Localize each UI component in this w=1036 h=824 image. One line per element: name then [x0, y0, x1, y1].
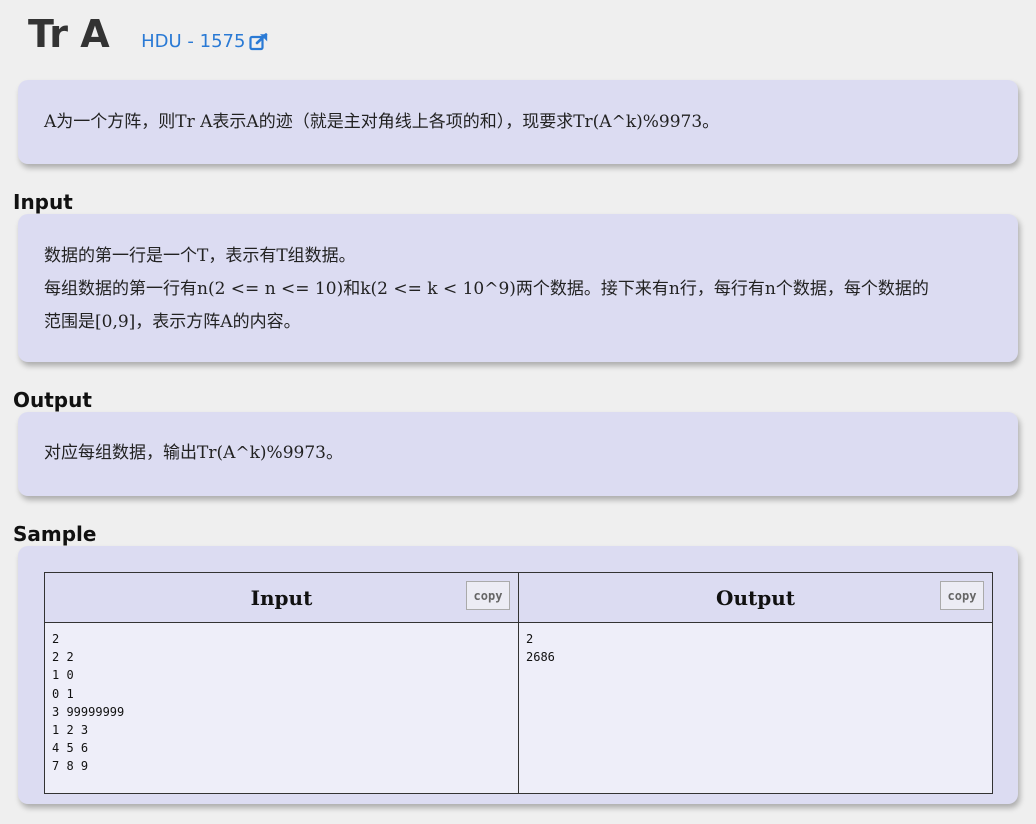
input-heading: Input — [13, 190, 73, 214]
input-line: 数据的第一行是一个T，表示有T组数据。 — [44, 246, 356, 266]
sample-output-header-label: Output — [716, 585, 795, 610]
output-card: 对应每组数据，输出Tr(A^k)%9973。 — [18, 412, 1018, 496]
input-card: 数据的第一行是一个T，表示有T组数据。 每组数据的第一行有n(2 <= n <=… — [18, 214, 1018, 362]
sample-input-header: Input copy — [44, 572, 519, 623]
output-heading: Output — [13, 388, 92, 412]
copy-input-button[interactable]: copy — [466, 581, 510, 610]
sample-output-header: Output copy — [518, 572, 993, 623]
sample-output-text: 2 2686 — [526, 632, 555, 665]
sample-input-text: 2 2 2 1 0 0 1 3 99999999 1 2 3 4 5 6 7 8… — [52, 632, 125, 774]
sample-input-header-label: Input — [250, 585, 313, 610]
input-line: 范围是[0,9]，表示方阵A的内容。 — [44, 312, 301, 332]
sample-input-cell: 2 2 2 1 0 0 1 3 99999999 1 2 3 4 5 6 7 8… — [44, 622, 519, 794]
title-row: Tr A HDU - 1575 — [28, 12, 269, 62]
sample-output-cell: 2 2686 — [518, 622, 993, 794]
sample-table: Input copy Output copy 2 2 2 1 0 0 1 3 9… — [44, 572, 993, 794]
output-text: 对应每组数据，输出Tr(A^k)%9973。 — [44, 443, 343, 463]
input-line: 每组数据的第一行有n(2 <= n <= 10)和k(2 <= k < 10^9… — [44, 279, 929, 299]
copy-output-button[interactable]: copy — [940, 581, 984, 610]
source-link-label: HDU - 1575 — [141, 31, 246, 52]
sample-card: Input copy Output copy 2 2 2 1 0 0 1 3 9… — [18, 546, 1018, 804]
description-text: A为一个方阵，则Tr A表示A的迹（就是主对角线上各项的和），现要求Tr(A^k… — [44, 112, 720, 132]
sample-heading: Sample — [13, 522, 97, 546]
source-link[interactable]: HDU - 1575 — [141, 31, 269, 52]
description-card: A为一个方阵，则Tr A表示A的迹（就是主对角线上各项的和），现要求Tr(A^k… — [18, 80, 1018, 164]
external-link-icon — [249, 32, 269, 51]
page-title: Tr A — [28, 12, 110, 56]
